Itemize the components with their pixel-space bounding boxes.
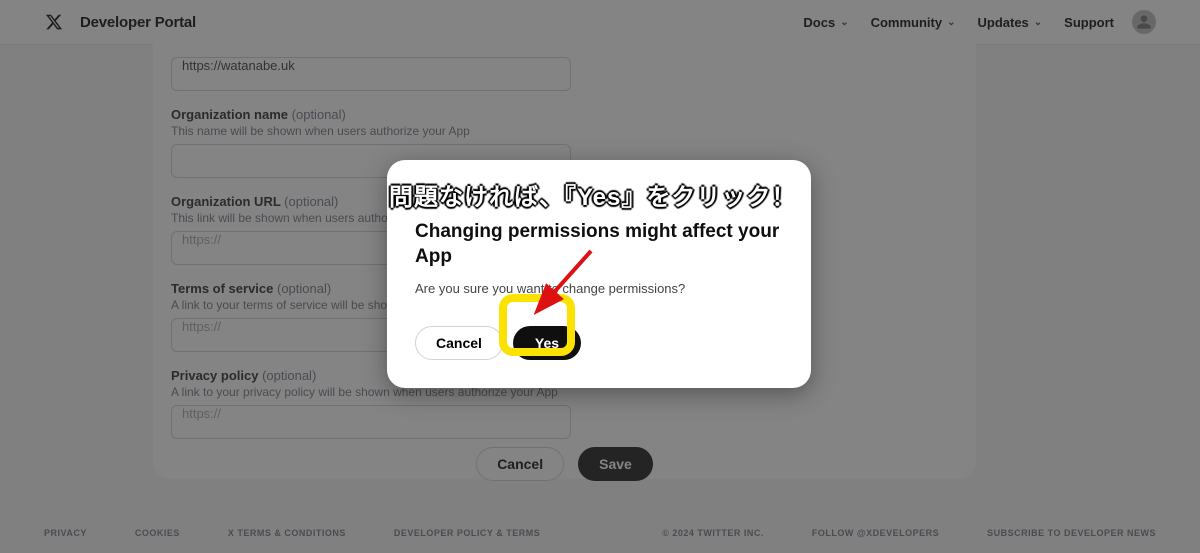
modal-cancel-button[interactable]: Cancel <box>415 326 503 360</box>
modal-body: Are you sure you want to change permissi… <box>415 281 783 296</box>
modal-yes-button[interactable]: Yes <box>513 326 581 360</box>
modal-actions: Cancel Yes <box>415 326 783 360</box>
permissions-modal: Changing permissions might affect your A… <box>387 160 811 388</box>
modal-title: Changing permissions might affect your A… <box>415 220 783 269</box>
